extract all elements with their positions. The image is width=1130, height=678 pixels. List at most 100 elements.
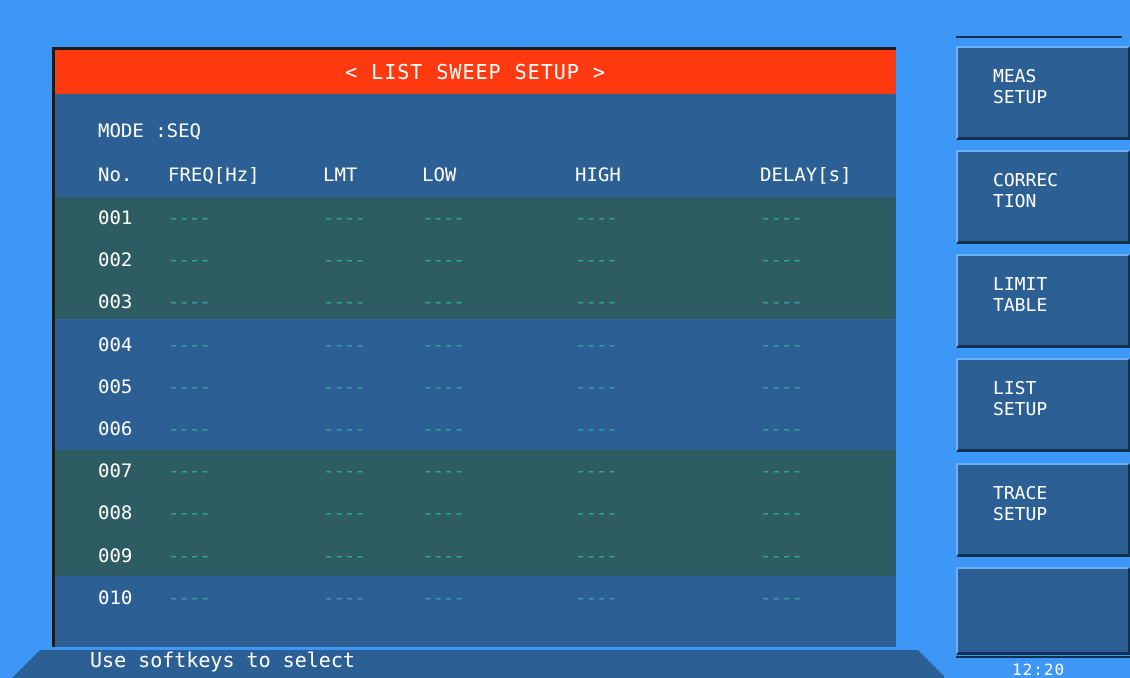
column-header-low: LOW (422, 164, 457, 186)
delay-cell[interactable]: ---- (760, 281, 803, 323)
lmt-cell[interactable]: ---- (323, 197, 366, 239)
softkey-blank[interactable] (956, 567, 1130, 655)
softkey-list-setup[interactable]: LIST SETUP (956, 358, 1130, 452)
delay-cell[interactable]: ---- (760, 535, 803, 577)
softkey-correction[interactable]: CORREC TION (956, 150, 1130, 244)
freq-cell[interactable]: ---- (168, 535, 211, 577)
low-cell[interactable]: ---- (422, 239, 465, 281)
high-cell[interactable]: ---- (575, 492, 618, 534)
freq-cell[interactable]: ---- (168, 197, 211, 239)
delay-cell[interactable]: ---- (760, 492, 803, 534)
softkey-label-line2: SETUP (993, 87, 1048, 108)
main-frame: < LIST SWEEP SETUP > MODE :SEQ No. FREQ[… (0, 0, 946, 678)
delay-cell[interactable]: ---- (760, 197, 803, 239)
row-number: 003 (98, 291, 133, 314)
delay-cell[interactable]: ---- (760, 408, 803, 450)
delay-cell[interactable]: ---- (760, 366, 803, 408)
freq-cell[interactable]: ---- (168, 577, 211, 619)
mode-value[interactable]: :SEQ (155, 120, 201, 142)
high-cell[interactable]: ---- (575, 535, 618, 577)
low-cell[interactable]: ---- (422, 324, 465, 366)
lmt-cell[interactable]: ---- (323, 324, 366, 366)
row-number: 001 (98, 207, 133, 229)
freq-cell[interactable]: ---- (168, 281, 211, 323)
high-cell[interactable]: ---- (575, 450, 618, 492)
table-row[interactable]: 003 ---- ---- ---- ---- ---- (55, 281, 896, 323)
low-cell[interactable]: ---- (422, 577, 465, 619)
column-header-no: No. (98, 164, 133, 186)
row-number: 002 (98, 249, 133, 272)
row-number: 004 (98, 333, 133, 356)
low-cell[interactable]: ---- (422, 408, 465, 450)
lmt-cell[interactable]: ---- (323, 450, 366, 492)
table-row[interactable]: 006 ---- ---- ---- ---- ---- (55, 408, 896, 450)
freq-cell[interactable]: ---- (168, 492, 211, 534)
table-row[interactable]: 007 ---- ---- ---- ---- ---- (55, 450, 896, 492)
low-cell[interactable]: ---- (422, 281, 465, 323)
column-header-lmt: LMT (323, 164, 358, 186)
freq-cell[interactable]: ---- (168, 366, 211, 408)
delay-cell[interactable]: ---- (760, 239, 803, 281)
table-row[interactable]: 002 ---- ---- ---- ---- ---- (55, 239, 896, 281)
high-cell[interactable]: ---- (575, 577, 618, 619)
freq-cell[interactable]: ---- (168, 408, 211, 450)
lmt-cell[interactable]: ---- (323, 366, 366, 408)
high-cell[interactable]: ---- (575, 239, 618, 281)
row-number: 005 (98, 375, 133, 398)
high-cell[interactable]: ---- (575, 281, 618, 323)
softkey-divider (956, 36, 1122, 38)
table-row[interactable]: 010 ---- ---- ---- ---- ---- (55, 577, 896, 619)
softkey-limit-table[interactable]: LIMIT TABLE (956, 254, 1130, 348)
table-row[interactable]: 009 ---- ---- ---- ---- ---- (55, 535, 896, 577)
softkey-label-line2: TABLE (993, 295, 1048, 316)
low-cell[interactable]: ---- (422, 492, 465, 534)
softkey-label-line1: LIST (993, 378, 1037, 399)
high-cell[interactable]: ---- (575, 197, 618, 239)
status-message: Use softkeys to select (90, 648, 355, 672)
freq-cell[interactable]: ---- (168, 450, 211, 492)
table-row[interactable]: 008 ---- ---- ---- ---- ---- (55, 492, 896, 534)
softkey-panel: MEAS SETUP CORREC TION LIMIT TABLE LIST … (944, 0, 1130, 678)
column-header-freq: FREQ[Hz] (168, 164, 260, 186)
delay-cell[interactable]: ---- (760, 324, 803, 366)
high-cell[interactable]: ---- (575, 366, 618, 408)
freq-cell[interactable]: ---- (168, 239, 211, 281)
lmt-cell[interactable]: ---- (323, 408, 366, 450)
column-header-high: HIGH (575, 164, 621, 186)
mode-field[interactable]: MODE :SEQ (98, 120, 201, 142)
lmt-cell[interactable]: ---- (323, 281, 366, 323)
clock: 12:20 (1012, 660, 1066, 678)
clock-divider (956, 656, 1130, 658)
softkey-trace-setup[interactable]: TRACE SETUP (956, 463, 1130, 557)
lmt-cell[interactable]: ---- (323, 492, 366, 534)
softkey-label-line1: TRACE (993, 483, 1048, 504)
high-cell[interactable]: ---- (575, 408, 618, 450)
row-number: 010 (98, 586, 133, 609)
low-cell[interactable]: ---- (422, 366, 465, 408)
softkey-label-line1: CORREC (993, 170, 1059, 191)
freq-cell[interactable]: ---- (168, 324, 211, 366)
row-number: 006 (98, 418, 133, 440)
low-cell[interactable]: ---- (422, 197, 465, 239)
high-cell[interactable]: ---- (575, 324, 618, 366)
list-sweep-panel: < LIST SWEEP SETUP > MODE :SEQ No. FREQ[… (52, 47, 896, 647)
softkey-label-line1: MEAS (993, 66, 1037, 87)
row-number: 008 (98, 502, 133, 525)
softkey-label-line2: SETUP (993, 504, 1048, 525)
table-row[interactable]: 001 ---- ---- ---- ---- ---- (55, 197, 896, 239)
lmt-cell[interactable]: ---- (323, 239, 366, 281)
lmt-cell[interactable]: ---- (323, 577, 366, 619)
table-header: No. FREQ[Hz] LMT LOW HIGH DELAY[s] (55, 164, 896, 194)
row-number: 007 (98, 460, 133, 483)
softkey-meas-setup[interactable]: MEAS SETUP (956, 46, 1130, 140)
table-row[interactable]: 005 ---- ---- ---- ---- ---- (55, 366, 896, 408)
low-cell[interactable]: ---- (422, 535, 465, 577)
softkey-label-line2: SETUP (993, 399, 1048, 420)
delay-cell[interactable]: ---- (760, 577, 803, 619)
low-cell[interactable]: ---- (422, 450, 465, 492)
delay-cell[interactable]: ---- (760, 450, 803, 492)
softkey-label-line1: LIMIT (993, 274, 1048, 295)
page-title: < LIST SWEEP SETUP > (55, 50, 896, 94)
table-row[interactable]: 004 ---- ---- ---- ---- ---- (55, 324, 896, 366)
lmt-cell[interactable]: ---- (323, 535, 366, 577)
